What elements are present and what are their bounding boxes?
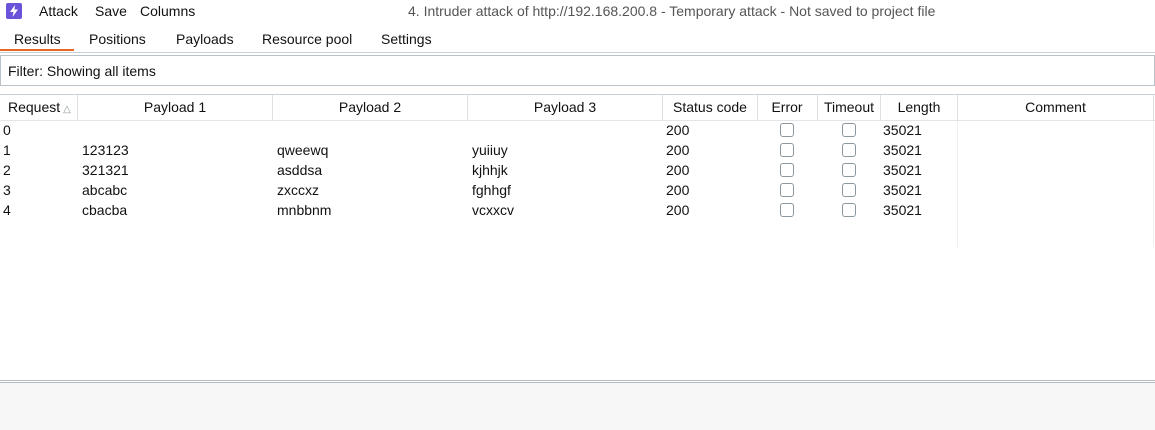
tab-results[interactable]: Results	[14, 31, 61, 47]
timeout-checkbox[interactable]	[842, 123, 856, 137]
menu-save[interactable]: Save	[95, 3, 127, 19]
menu-attack[interactable]: Attack	[39, 3, 78, 19]
column-divider[interactable]	[1153, 95, 1154, 120]
cell-request: 4	[3, 202, 11, 218]
column-header-timeout[interactable]: Timeout	[818, 99, 880, 115]
cell-payload-3: vcxxcv	[472, 202, 514, 218]
cell-payload-3: fghhgf	[472, 182, 511, 198]
cell-payload-2: asddsa	[277, 162, 323, 178]
timeout-checkbox[interactable]	[842, 163, 856, 177]
cell-request: 3	[3, 182, 11, 198]
cell-status-code: 200	[666, 122, 690, 138]
table-row[interactable]: 3 abcabc zxccxz fghhgf 200 35021	[0, 181, 1155, 201]
column-header-payload-3[interactable]: Payload 3	[468, 99, 662, 115]
cell-length: 35021	[883, 182, 922, 198]
table-body: 0 200 35021 1 123123 qweewq yuiiuy 200 3…	[0, 121, 1155, 247]
filter-bar[interactable]: Filter: Showing all items	[0, 55, 1155, 86]
cell-status-code: 200	[666, 162, 690, 178]
timeout-checkbox[interactable]	[842, 143, 856, 157]
error-checkbox[interactable]	[780, 123, 794, 137]
cell-payload-2: mnbbnm	[277, 202, 332, 218]
cell-length: 35021	[883, 202, 922, 218]
table-row[interactable]: 1 123123 qweewq yuiiuy 200 35021	[0, 141, 1155, 161]
filter-label: Filter: Showing all items	[8, 63, 156, 79]
error-checkbox[interactable]	[780, 163, 794, 177]
cell-request: 1	[3, 142, 11, 158]
cell-payload-3: yuiiuy	[472, 142, 508, 158]
tab-divider	[0, 52, 1155, 53]
table-row[interactable]: 0 200 35021	[0, 121, 1155, 141]
cell-payload-1: 321321	[82, 162, 129, 178]
cell-payload-3: kjhhjk	[472, 162, 508, 178]
column-header-length[interactable]: Length	[881, 99, 957, 115]
active-tab-indicator	[0, 49, 74, 51]
table-row[interactable]: 2 321321 asddsa kjhhjk 200 35021	[0, 161, 1155, 181]
tab-payloads[interactable]: Payloads	[176, 31, 234, 47]
request-response-panel	[0, 383, 1155, 430]
table-row[interactable]: 4 cbacba mnbbnm vcxxcv 200 35021	[0, 201, 1155, 221]
column-header-error[interactable]: Error	[758, 99, 816, 115]
column-header-payload-2[interactable]: Payload 2	[273, 99, 467, 115]
tab-settings[interactable]: Settings	[381, 31, 432, 47]
title-bar: Attack Save Columns 4. Intruder attack o…	[0, 0, 1155, 24]
table-header: Request △ Payload 1 Payload 2 Payload 3 S…	[0, 94, 1155, 121]
cell-payload-1: 123123	[82, 142, 129, 158]
column-header-payload-1[interactable]: Payload 1	[78, 99, 272, 115]
cell-status-code: 200	[666, 142, 690, 158]
sort-ascending-icon: △	[63, 104, 71, 115]
error-checkbox[interactable]	[780, 203, 794, 217]
cell-length: 35021	[883, 122, 922, 138]
cell-request: 0	[3, 122, 11, 138]
column-header-comment[interactable]: Comment	[958, 99, 1153, 115]
cell-request: 2	[3, 162, 11, 178]
cell-status-code: 200	[666, 202, 690, 218]
cell-length: 35021	[883, 142, 922, 158]
cell-payload-2: zxccxz	[277, 182, 319, 198]
tab-positions[interactable]: Positions	[89, 31, 146, 47]
menu-columns[interactable]: Columns	[140, 3, 195, 19]
column-header-request[interactable]: Request △	[8, 99, 71, 115]
cell-status-code: 200	[666, 182, 690, 198]
timeout-checkbox[interactable]	[842, 203, 856, 217]
error-checkbox[interactable]	[780, 143, 794, 157]
cell-payload-1: abcabc	[82, 182, 128, 198]
burp-app-icon	[6, 3, 22, 19]
tab-bar: Results Positions Payloads Resource pool…	[0, 27, 1155, 51]
timeout-checkbox[interactable]	[842, 183, 856, 197]
tab-resource-pool[interactable]: Resource pool	[262, 31, 352, 47]
cell-payload-2: qweewq	[277, 142, 329, 158]
cell-payload-1: cbacba	[82, 202, 128, 218]
column-header-status-code[interactable]: Status code	[663, 99, 757, 115]
window-title: 4. Intruder attack of http://192.168.200…	[408, 3, 936, 19]
error-checkbox[interactable]	[780, 183, 794, 197]
cell-length: 35021	[883, 162, 922, 178]
